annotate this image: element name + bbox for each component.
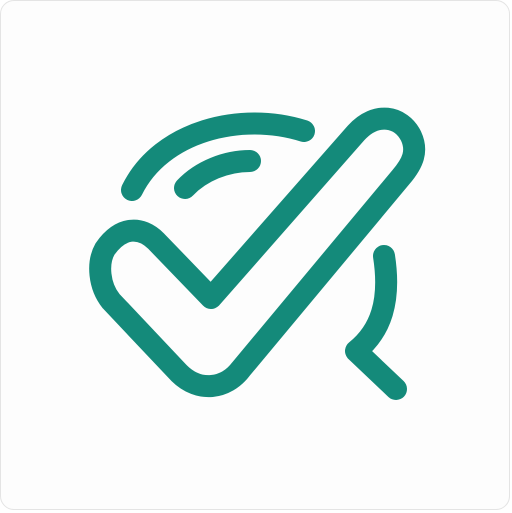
check-loop-logo-icon [89,107,426,400]
app-icon-tile [0,0,510,510]
tail-hook [345,245,407,400]
inner-arc [174,150,261,199]
